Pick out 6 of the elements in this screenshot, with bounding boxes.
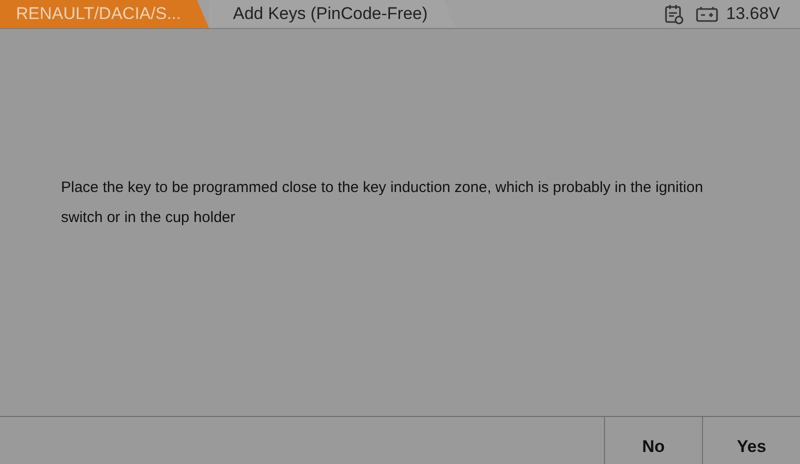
voltage-reading: 13.68V bbox=[726, 3, 780, 26]
battery-icon bbox=[696, 6, 718, 22]
dialog-button[interactable]: No bbox=[604, 417, 702, 464]
calendar-icon[interactable] bbox=[664, 3, 684, 25]
instruction-text: Place the key to be programmed close to the key induction zone, which is probably in the ignition switch or in the cup holder bbox=[61, 178, 704, 228]
dialog-button[interactable]: Yes bbox=[702, 417, 800, 464]
